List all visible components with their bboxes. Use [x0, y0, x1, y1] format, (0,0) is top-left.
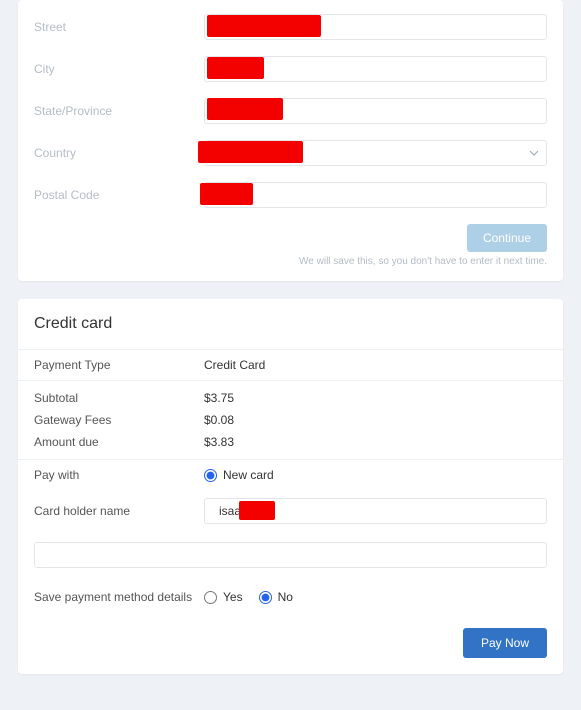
save-method-label: Save payment method details: [34, 590, 204, 604]
country-label: Country: [34, 146, 204, 160]
save-yes-label: Yes: [223, 590, 243, 604]
postal-label: Postal Code: [34, 188, 204, 202]
country-select[interactable]: [204, 140, 547, 166]
city-label: City: [34, 62, 204, 76]
helper-text: We will save this, so you don't have to …: [18, 252, 563, 267]
save-no-label: No: [278, 590, 293, 604]
save-no-radio[interactable]: [259, 591, 272, 604]
paywith-newcard-radio[interactable]: [204, 469, 217, 482]
paywith-label: Pay with: [34, 468, 204, 482]
continue-button[interactable]: Continue: [467, 224, 547, 252]
payment-type-label: Payment Type: [34, 358, 204, 372]
state-label: State/Province: [34, 104, 204, 118]
cardholder-label: Card holder name: [34, 504, 204, 518]
cardholder-input[interactable]: [204, 498, 547, 524]
subtotal-value: $3.75: [204, 391, 547, 405]
payment-type-value: Credit Card: [204, 358, 547, 372]
street-label: Street: [34, 20, 204, 34]
city-input[interactable]: [204, 56, 547, 82]
save-yes-radio[interactable]: [204, 591, 217, 604]
section-title: Credit card: [18, 299, 563, 350]
due-value: $3.83: [204, 435, 547, 449]
due-label: Amount due: [34, 435, 204, 449]
postal-input[interactable]: [204, 182, 547, 208]
fees-value: $0.08: [204, 413, 547, 427]
state-input[interactable]: [204, 98, 547, 124]
card-number-input[interactable]: [34, 542, 547, 568]
street-input[interactable]: [204, 14, 547, 40]
pay-now-button[interactable]: Pay Now: [463, 628, 547, 658]
fees-label: Gateway Fees: [34, 413, 204, 427]
paywith-newcard-label: New card: [223, 468, 274, 482]
subtotal-label: Subtotal: [34, 391, 204, 405]
